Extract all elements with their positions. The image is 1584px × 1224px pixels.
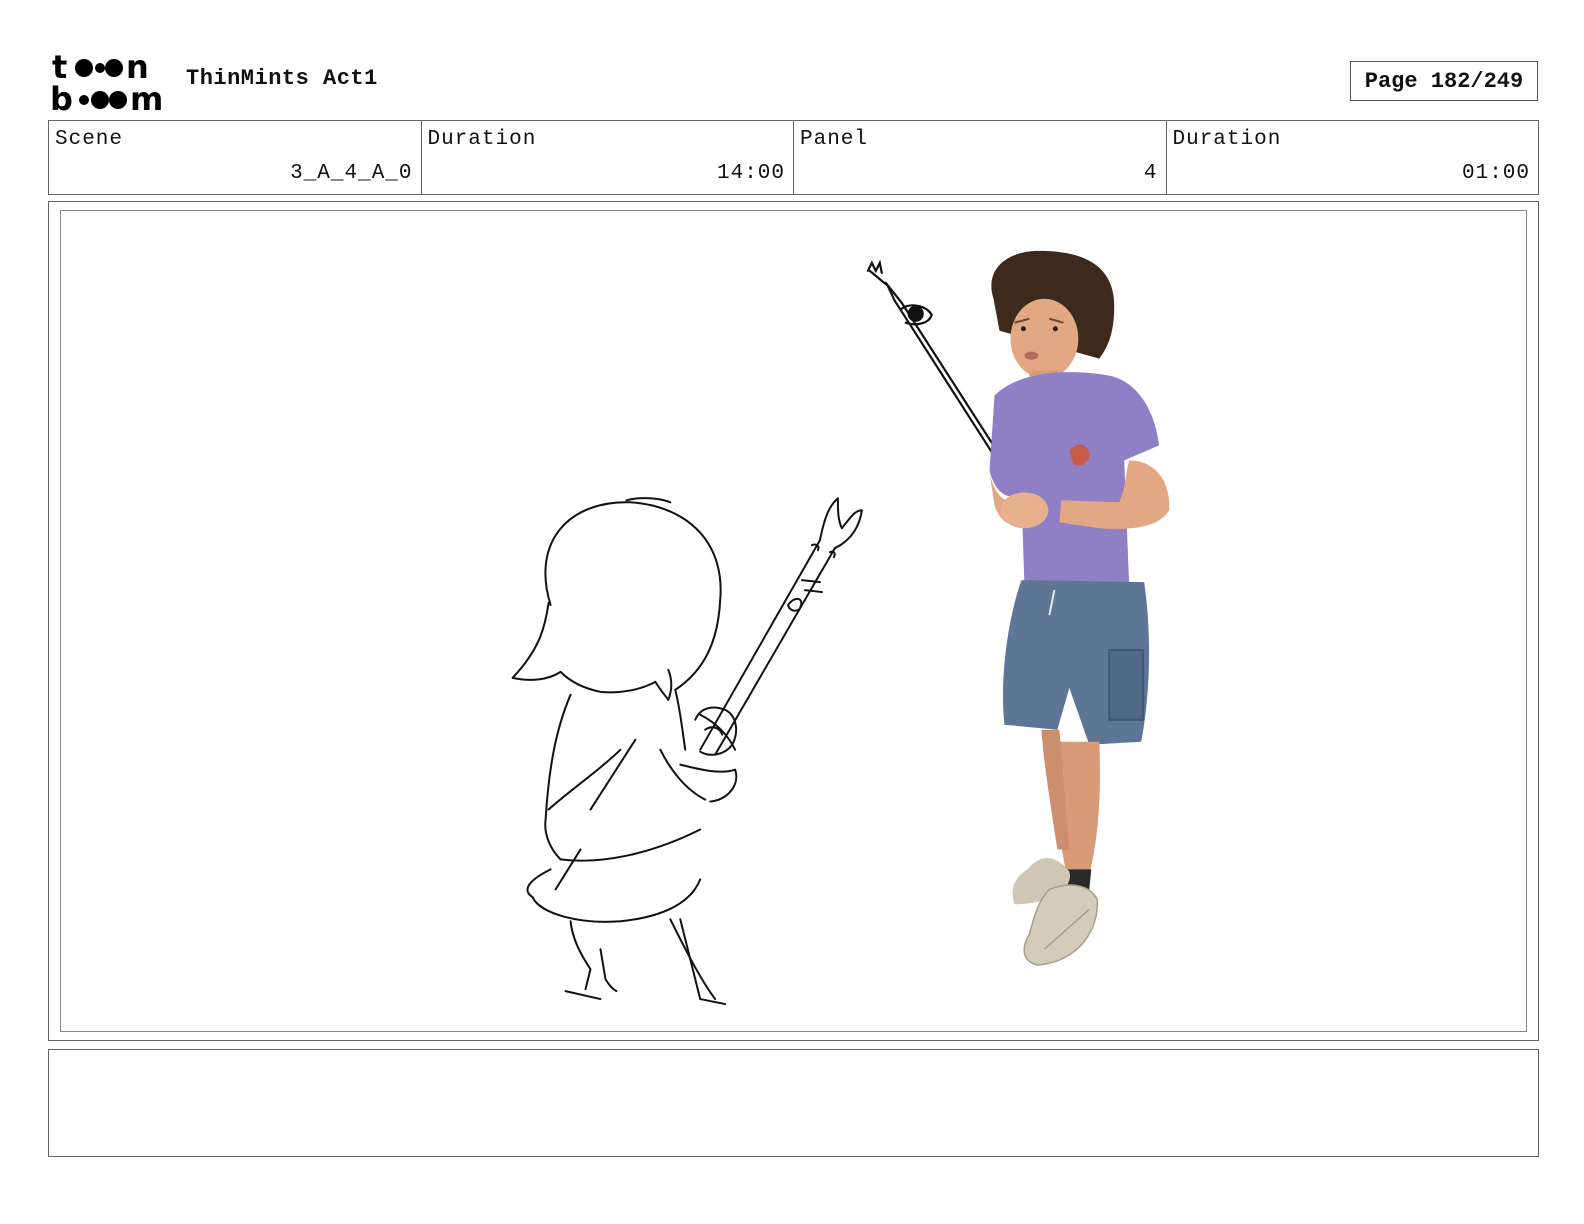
storyboard-panel-frame bbox=[48, 201, 1539, 1041]
boy-in-purple-shirt-holding-stick bbox=[866, 250, 1170, 966]
scene-duration-cell: Duration 14:00 bbox=[422, 121, 794, 194]
panel-duration-value: 01:00 bbox=[1461, 162, 1530, 185]
toon-boom-logo: t n b m bbox=[50, 50, 163, 114]
scene-duration-label: Duration bbox=[427, 128, 537, 151]
scene-cell: Scene 3_A_4_A_0 bbox=[49, 121, 422, 194]
scene-duration-value: 14:00 bbox=[716, 162, 785, 185]
panel-duration-label: Duration bbox=[1172, 128, 1282, 151]
scene-label: Scene bbox=[55, 128, 124, 151]
panel-value: 4 bbox=[1143, 162, 1158, 185]
scene-info-row: Scene 3_A_4_A_0 Duration 14:00 Panel 4 D… bbox=[48, 120, 1539, 195]
svg-text:m: m bbox=[130, 80, 163, 114]
panel-cell: Panel 4 bbox=[794, 121, 1167, 194]
project-title: ThinMints Act1 bbox=[186, 66, 378, 91]
svg-text:b: b bbox=[50, 80, 73, 114]
panel-duration-cell: Duration 01:00 bbox=[1167, 121, 1539, 194]
page-number: Page 182/249 bbox=[1350, 61, 1538, 101]
panel-notes-box[interactable] bbox=[48, 1049, 1539, 1157]
girl-with-staff-sketch bbox=[511, 497, 863, 1006]
panel-artwork bbox=[511, 250, 1170, 1006]
scene-value: 3_A_4_A_0 bbox=[290, 162, 413, 185]
panel-label: Panel bbox=[800, 128, 869, 151]
storyboard-panel-image bbox=[60, 210, 1527, 1032]
